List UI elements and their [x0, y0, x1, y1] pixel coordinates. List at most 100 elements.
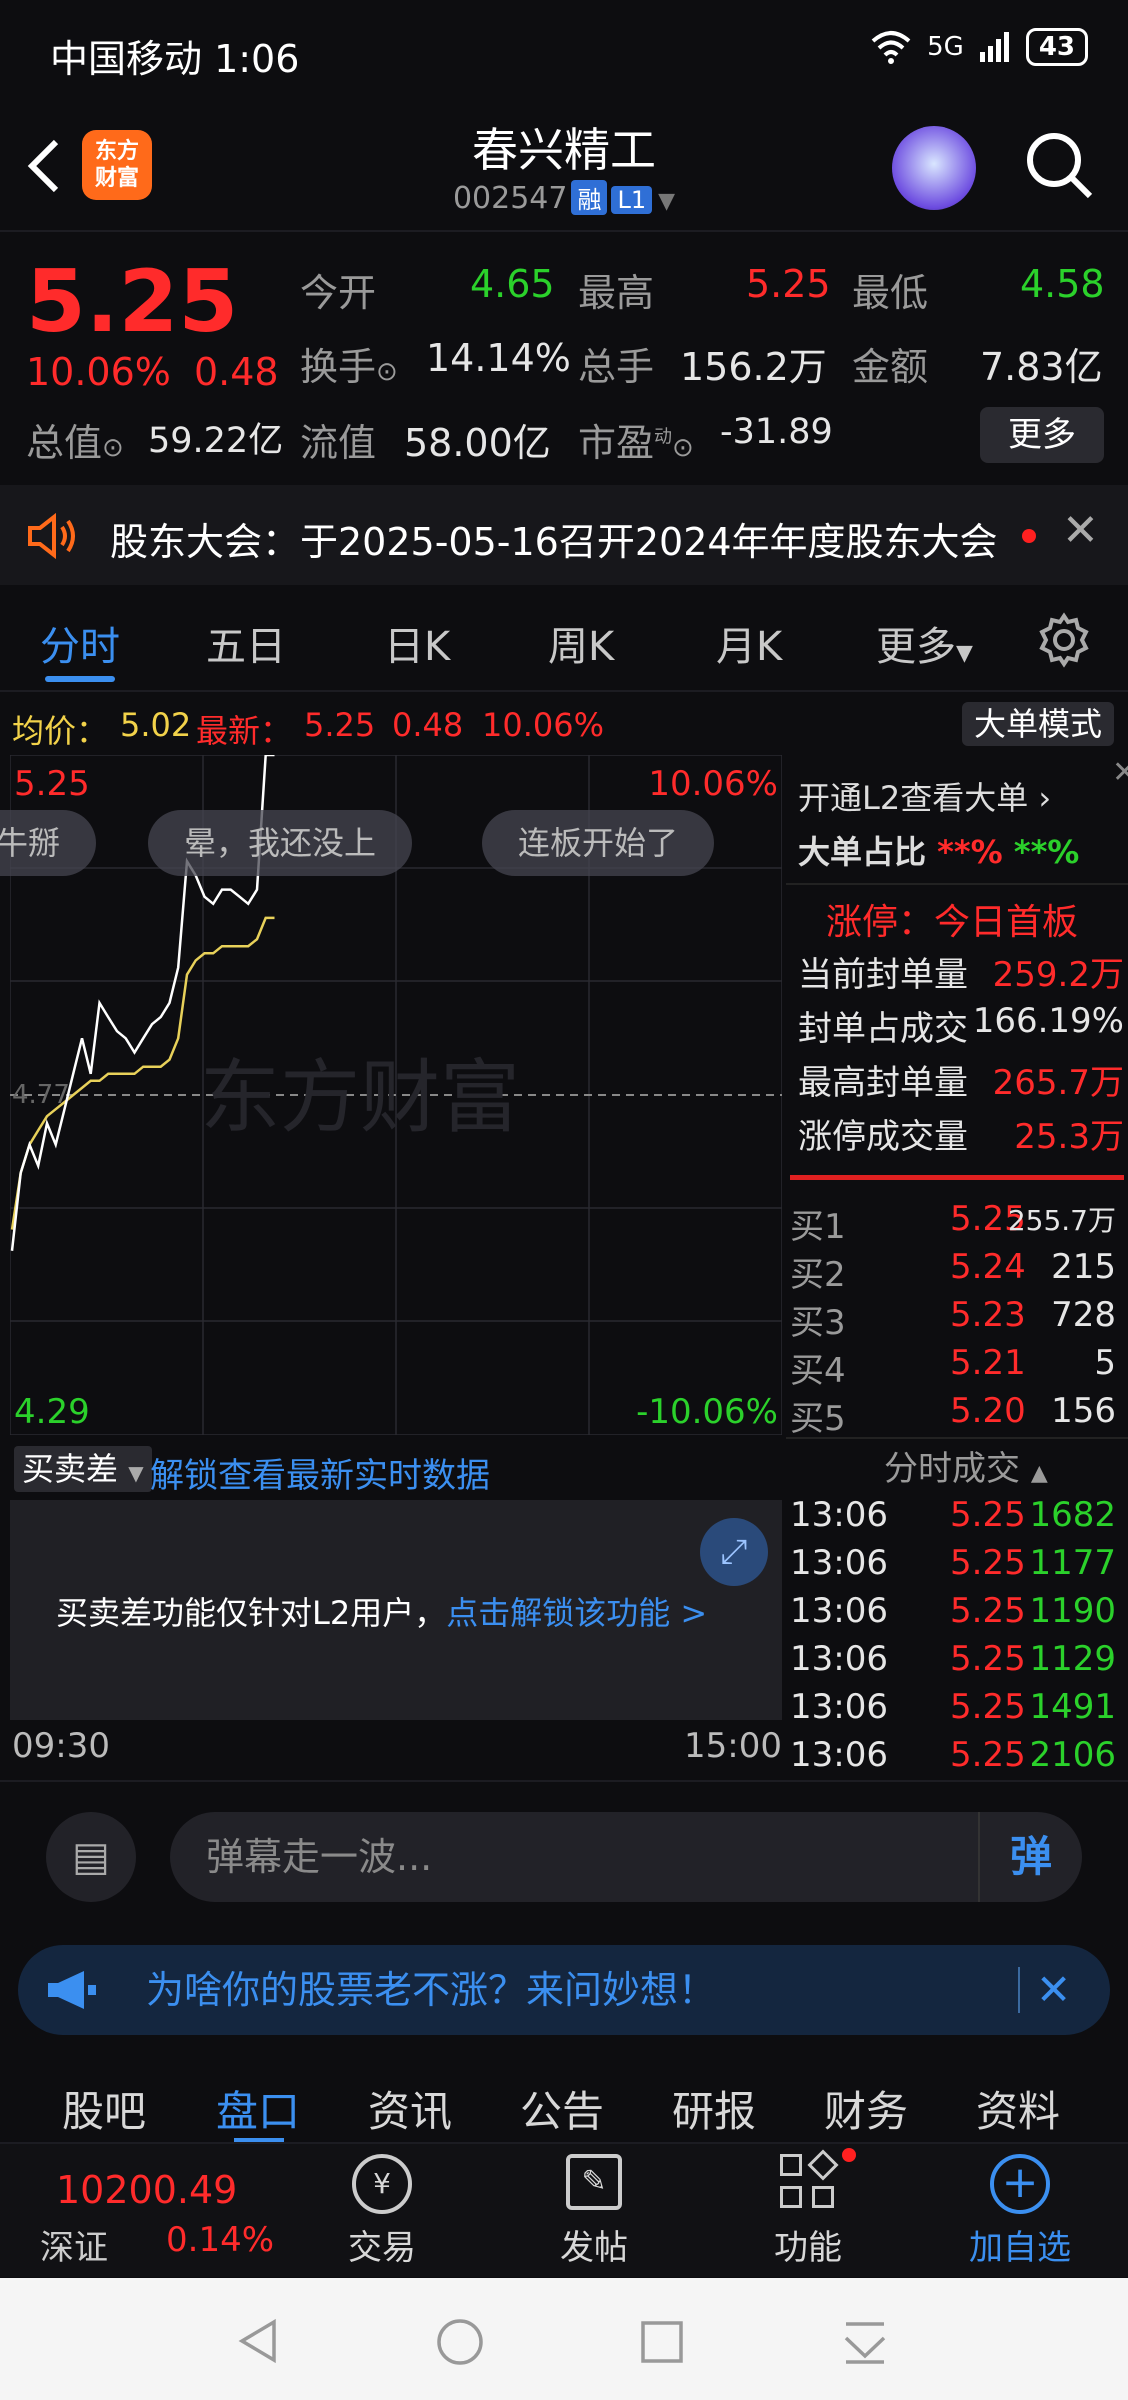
volume-label: 总手 — [578, 345, 655, 389]
tick-price: 5.25 — [950, 1591, 1026, 1631]
index-ticker[interactable]: 10200.49 深证 0.14% — [0, 2144, 274, 2279]
tick-price: 5.25 — [950, 1495, 1026, 1535]
expand-icon[interactable]: ⤢ — [700, 1518, 768, 1586]
axis-mid-price: 4.77 — [12, 1080, 70, 1110]
info-icon[interactable]: ⊙ — [376, 357, 398, 387]
bid-row[interactable]: 买2 5.24 215 — [790, 1247, 1116, 1296]
danmu-send-button[interactable]: 弹 — [978, 1812, 1082, 1902]
margin-tag: 融 — [571, 180, 608, 215]
indicator-select[interactable]: 买卖差 ▼ — [14, 1446, 152, 1492]
seal-row: 当前封单量 259.2万 — [798, 947, 1124, 996]
search-icon[interactable] — [1024, 130, 1094, 200]
function-button[interactable]: 功能 — [738, 2148, 878, 2269]
big-order-ratio: 大单占比 **% **% — [798, 827, 1124, 873]
trade-label: 交易 — [348, 2228, 416, 2268]
latest-value: 5.25 — [304, 706, 376, 744]
latest-chg: 0.48 — [392, 706, 464, 744]
tab-more-label: 更多 — [876, 624, 956, 670]
change-amount: 0.48 — [194, 350, 279, 394]
locked-overlay[interactable]: ⤢ 买卖差功能仅针对L2用户，点击解锁该功能 > — [10, 1500, 782, 1720]
promo-banner[interactable]: 为啥你的股票老不涨？来问妙想！ ✕ — [18, 1945, 1110, 2035]
bid-row[interactable]: 买5 5.20 156 — [790, 1391, 1116, 1440]
tab-week-k[interactable]: 周K — [548, 614, 614, 672]
bid-label: 买5 — [790, 1399, 846, 1439]
locked-message-text: 买卖差功能仅针对L2用户， — [56, 1594, 447, 1632]
bid-label: 买1 — [790, 1207, 846, 1247]
divider — [786, 1437, 1128, 1439]
float-label: 流值 — [300, 421, 377, 465]
close-icon[interactable]: ✕ — [1036, 1945, 1071, 2035]
pe-label: 市盈动⊙ — [578, 412, 694, 467]
nav-home-icon[interactable] — [436, 2318, 484, 2366]
time-end: 15:00 — [684, 1726, 782, 1766]
tab-announcement[interactable]: 公告 — [520, 2078, 604, 2139]
tab-more[interactable]: 更多▼ — [876, 614, 973, 672]
danmu-input[interactable]: 弹幕走一波... — [170, 1812, 1082, 1902]
tab-pankou[interactable]: 盘口 — [216, 2078, 300, 2139]
danmu-pill: 晕，我还没上 — [148, 810, 413, 876]
axis-top-pct: 10.06% — [648, 764, 778, 804]
seal-ratio-label: 封单占成交 — [798, 1009, 968, 1049]
unlock-feature-link[interactable]: 点击解锁该功能 > — [446, 1594, 707, 1632]
info-icon[interactable]: ⊙ — [102, 433, 124, 463]
nav-recents-icon[interactable] — [640, 2320, 684, 2364]
unlock-link[interactable]: 解锁查看最新实时数据 — [150, 1448, 490, 1497]
bottom-tabs: 股吧 盘口 资讯 公告 研报 财务 资料 — [0, 2060, 1128, 2143]
danmu-settings-icon[interactable]: ▤ — [46, 1812, 136, 1902]
order-panel: ✕ 开通L2查看大单 › 大单占比 **% **% 涨停：今日首板 当前封单量 2… — [786, 755, 1128, 1775]
more-button[interactable]: 更多 — [980, 407, 1104, 463]
tab-5day[interactable]: 五日 — [206, 614, 286, 672]
danmu-bar: ▤ 弹幕走一波... 弹 — [0, 1780, 1128, 1930]
amount-value: 7.83亿 — [980, 345, 1103, 389]
tab-research[interactable]: 研报 — [672, 2078, 756, 2139]
tab-profile[interactable]: 资料 — [976, 2078, 1060, 2139]
tick-price: 5.25 — [950, 1639, 1026, 1679]
bid-row[interactable]: 买1 5.25 255.7万 — [790, 1199, 1116, 1248]
latest-label: 最新： — [196, 712, 293, 750]
tick-time: 13:06 — [790, 1687, 888, 1727]
max-seal-label: 最高封单量 — [798, 1063, 968, 1103]
info-icon[interactable]: ⊙ — [672, 433, 694, 463]
bid-row[interactable]: 买3 5.23 728 — [790, 1295, 1116, 1344]
seal-value: 259.2万 — [992, 955, 1124, 995]
robot-assistant-icon[interactable] — [892, 126, 976, 210]
tick-volume: 2106 — [1029, 1735, 1116, 1775]
open-l2-link[interactable]: 开通L2查看大单 › — [798, 773, 1124, 819]
nav-back-icon[interactable] — [236, 2318, 282, 2364]
close-icon[interactable]: ✕ — [1062, 505, 1099, 556]
tick-volume: 1491 — [1029, 1687, 1116, 1727]
avg-value: 5.02 — [120, 706, 192, 744]
wifi-icon — [871, 31, 911, 64]
ratio-buy: **% — [937, 833, 1003, 871]
tab-finance[interactable]: 财务 — [824, 2078, 908, 2139]
mktcap-label: 总值⊙ — [26, 412, 124, 467]
nav-menu-icon[interactable] — [842, 2318, 888, 2366]
network-type: 5G — [927, 32, 964, 62]
notice-bar[interactable]: 股东大会：于2025-05-16召开2024年年度股东大会 ✕ — [0, 485, 1128, 585]
tab-intraday[interactable]: 分时 — [40, 614, 120, 672]
tab-guba[interactable]: 股吧 — [62, 2078, 146, 2139]
trade-button[interactable]: ¥ 交易 — [312, 2154, 452, 2269]
big-order-mode-button[interactable]: 大单模式 — [962, 702, 1114, 746]
add-watchlist-label: 加自选 — [969, 2228, 1071, 2268]
bid-price: 5.24 — [950, 1247, 1026, 1287]
axis-bottom-price: 4.29 — [14, 1392, 90, 1432]
notice-text: 股东大会：于2025-05-16召开2024年年度股东大会 — [110, 520, 998, 564]
tick-row: 13:06 5.25 1190 — [790, 1591, 1116, 1631]
bid-row[interactable]: 买4 5.21 5 — [790, 1343, 1116, 1392]
ticks-header[interactable]: 分时成交 ▲ — [884, 1441, 1128, 1490]
tab-month-k[interactable]: 月K — [716, 614, 782, 672]
high-value: 5.25 — [746, 262, 831, 306]
signal-icon — [979, 32, 1009, 62]
status-icons: 5G 43 — [869, 28, 1088, 66]
gear-icon[interactable] — [1036, 612, 1092, 668]
tab-day-k[interactable]: 日K — [384, 614, 450, 672]
chart-info-line: 均价： 5.02 最新： 5.25 0.48 10.06% — [0, 700, 1128, 750]
tab-news[interactable]: 资讯 — [368, 2078, 452, 2139]
bid-ask-diff-panel: 买卖差 ▼ 解锁查看最新实时数据 ⤢ 买卖差功能仅针对L2用户，点击解锁该功能 … — [0, 1440, 782, 1780]
post-button[interactable]: ✎ 发帖 — [524, 2154, 664, 2269]
function-label: 功能 — [774, 2228, 842, 2268]
limit-bar — [790, 1175, 1124, 1180]
add-watchlist-button[interactable]: + 加自选 — [950, 2154, 1090, 2269]
limit-vol-label: 涨停成交量 — [798, 1117, 968, 1157]
